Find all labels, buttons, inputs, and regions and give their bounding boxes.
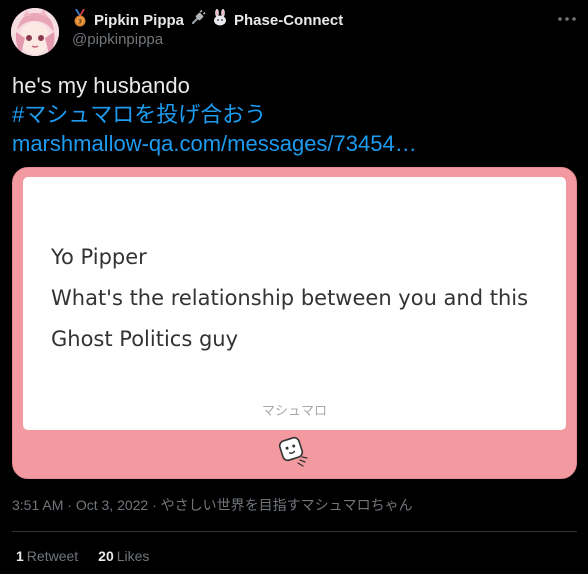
- display-name[interactable]: Pipkin Pippa: [94, 12, 184, 29]
- tweet: 3 Pipkin Pippa Phase-Connect @pipkinpipp…: [0, 0, 588, 574]
- author-name-row[interactable]: 3 Pipkin Pippa Phase-Connect: [72, 8, 343, 32]
- tweet-time[interactable]: 3:51 AM: [12, 497, 63, 513]
- url-link[interactable]: marshmallow-qa.com/messages/73454…: [12, 129, 572, 158]
- tweet-text-line: he's my husbando: [12, 73, 190, 98]
- plug-icon: [190, 9, 206, 31]
- tweet-meta: 3:51 AM · Oct 3, 2022 · やさしい世界を目指すマシュマロち…: [12, 495, 413, 515]
- tweet-stats: 1 Retweet 20 Likes: [16, 548, 149, 564]
- card-message-box: Yo Pipper What's the relationship betwee…: [23, 177, 566, 430]
- tweet-source[interactable]: やさしい世界を目指すマシュマロちゃん: [161, 497, 413, 513]
- link-card[interactable]: Yo Pipper What's the relationship betwee…: [12, 167, 577, 479]
- card-message-line: What's the relationship between you and …: [51, 286, 529, 310]
- card-message: Yo Pipper What's the relationship betwee…: [51, 237, 528, 360]
- meta-separator: ·: [148, 497, 161, 513]
- retweets-label: Retweet: [26, 548, 79, 564]
- card-footer-label: マシュマロ: [261, 403, 327, 418]
- hashtag-link[interactable]: #マシュマロを投げ合おう: [12, 100, 572, 129]
- retweets-count: 1: [16, 548, 24, 564]
- likes-label: Likes: [116, 548, 150, 564]
- avatar[interactable]: [11, 8, 59, 56]
- more-options-button[interactable]: [556, 8, 578, 30]
- tweet-date[interactable]: Oct 3, 2022: [76, 497, 148, 513]
- card-message-line: Yo Pipper: [51, 245, 147, 269]
- more-dots-icon: [558, 17, 576, 21]
- org-name[interactable]: Phase-Connect: [234, 12, 343, 29]
- tweet-text: he's my husbando #マシュマロを投げ合おう marshmallo…: [12, 71, 572, 158]
- rabbit-icon: [212, 9, 228, 31]
- likes-count: 20: [98, 548, 114, 564]
- meta-separator: ·: [63, 497, 76, 513]
- bronze-medal-icon: 3: [72, 8, 88, 32]
- divider: [12, 531, 577, 532]
- svg-text:3: 3: [78, 17, 83, 25]
- avatar-image: [11, 8, 59, 56]
- author-handle[interactable]: @pipkinpippa: [72, 31, 163, 48]
- card-message-line: Ghost Politics guy: [51, 327, 239, 351]
- retweets-stat[interactable]: 1 Retweet: [16, 548, 78, 564]
- marshmallow-logo-icon: [275, 433, 311, 469]
- likes-stat[interactable]: 20 Likes: [98, 548, 149, 564]
